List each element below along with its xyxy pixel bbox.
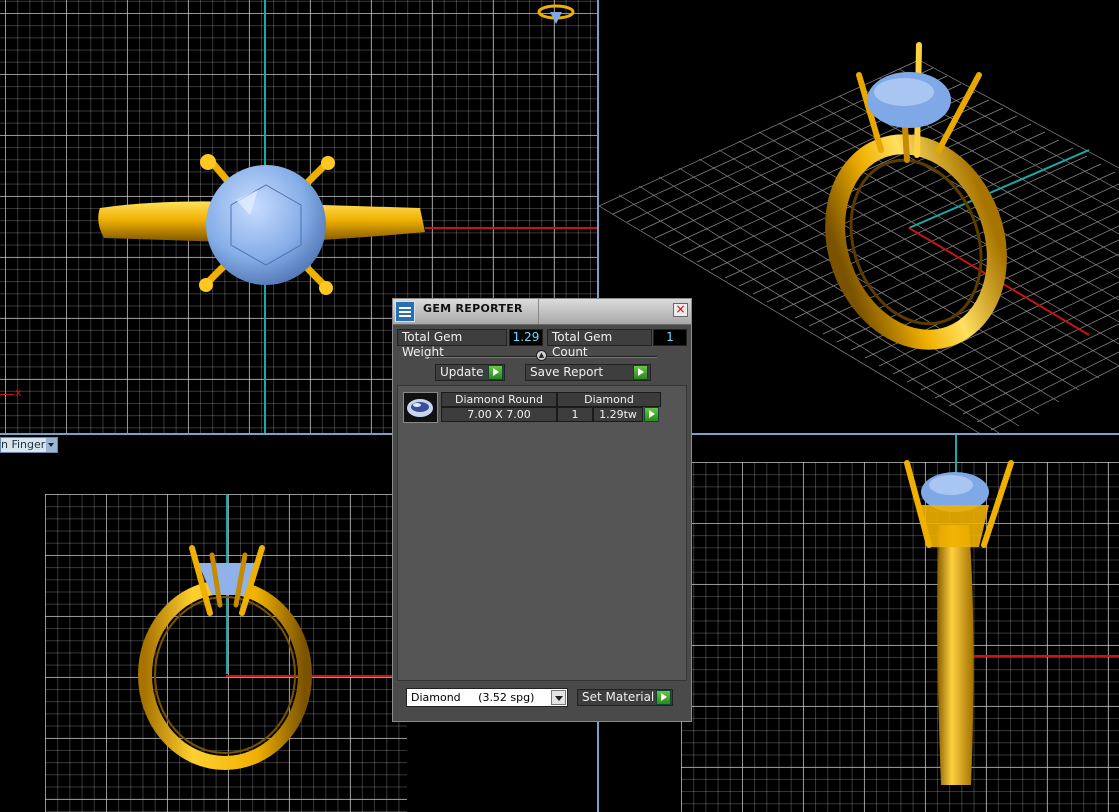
total-gem-weight-value: 1.29 [509, 329, 543, 346]
diamond-thumbnail-icon[interactable] [403, 392, 438, 423]
close-icon[interactable]: × [673, 303, 688, 317]
gem-material-header: Diamond [557, 392, 661, 407]
total-gem-count-value: 1 [653, 329, 687, 346]
view-mode-label: n Finger [1, 438, 46, 451]
gem-count-cell: 1 [557, 407, 593, 422]
material-select[interactable]: Diamond (3.52 spg) [406, 688, 568, 707]
dialog-titlebar[interactable]: GEM REPORTER × [393, 299, 691, 325]
total-gem-weight-label: Total Gem Weight [397, 329, 507, 359]
dropdown-arrow-icon[interactable] [551, 690, 566, 705]
material-select-value: Diamond (3.52 spg) [411, 691, 535, 704]
gem-size-cell: 7.00 X 7.00 [441, 407, 557, 422]
save-report-label: Save Report [530, 365, 604, 379]
arrow-right-icon[interactable] [633, 365, 648, 380]
total-gem-count-label: Total Gem Count [547, 329, 652, 359]
set-material-label: Set Material [582, 690, 655, 704]
gem-shape-header: Diamond Round [441, 392, 557, 407]
dropdown-arrow-icon[interactable] [46, 438, 57, 452]
arrow-right-icon[interactable] [488, 365, 503, 380]
arrow-right-icon[interactable] [656, 690, 671, 705]
dialog-title: GEM REPORTER [423, 302, 523, 315]
gem-weight-cell: 1.29tw [593, 407, 643, 422]
slider-knob-icon[interactable]: ▲ [536, 350, 547, 361]
gem-list-panel[interactable] [397, 385, 687, 681]
mini-ring-indicator [537, 4, 575, 24]
view-mode-dropdown[interactable]: n Finger [0, 437, 58, 453]
titlebar-separator [538, 299, 539, 324]
gem-reporter-dialog[interactable]: GEM REPORTER × Total Gem Weight 1.29 Tot… [392, 298, 692, 722]
gem-reporter-app-icon [395, 301, 415, 322]
update-label: Update [440, 365, 484, 379]
arrow-right-icon[interactable] [644, 407, 659, 422]
